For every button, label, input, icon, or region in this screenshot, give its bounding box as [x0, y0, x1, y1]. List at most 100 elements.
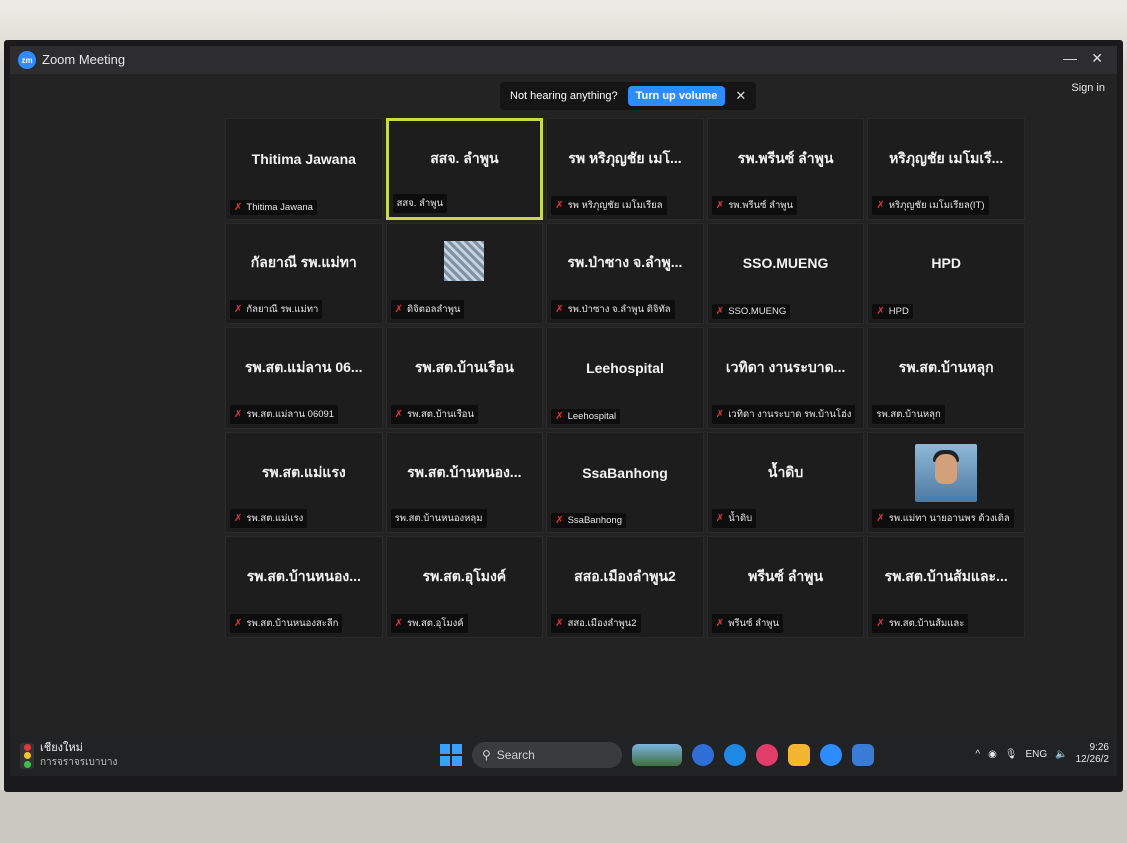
- participant-tile[interactable]: รพ.ป่าซาง จ.ลำพู... ✗ รพ.ป่าซาง จ.ลำพูน ดิ…: [546, 222, 704, 325]
- edge-icon[interactable]: [724, 744, 746, 766]
- pinned-app-icon[interactable]: [852, 744, 874, 766]
- mic-muted-icon: ✗: [234, 617, 243, 629]
- speaker-icon[interactable]: 🔈: [1055, 749, 1067, 760]
- participant-name-label: ✗ รพ.สต.แม่ลาน 06091: [230, 404, 339, 424]
- file-explorer-icon[interactable]: [788, 744, 810, 766]
- weather-widget[interactable]: เชียงใหม่ การจราจรเบาบาง: [20, 742, 117, 770]
- participant-display-name: SsaBanhong: [582, 464, 668, 481]
- mic-muted-icon: ✗: [876, 306, 885, 318]
- mic-muted-icon: ✗: [555, 617, 564, 629]
- participant-name-label: ✗ Leehospital: [551, 408, 621, 424]
- participant-display-name: พรีนซ์ ลำพูน: [748, 568, 824, 585]
- participant-name: เวทิดา งานระบาด รพ.บ้านโฮ่ง: [728, 408, 852, 420]
- title-bar: zm Zoom Meeting — ✕: [10, 46, 1117, 74]
- participant-name: ดิจิตอลลำพูน: [406, 304, 461, 316]
- participant-tile[interactable]: รพ.สต.แม่แรง ✗ รพ.สต.แม่แรง: [225, 431, 383, 534]
- participant-name-label: ✗ เวทิดา งานระบาด รพ.บ้านโฮ่ง: [711, 404, 856, 424]
- participant-display-name: สสจ. ลำพูน: [430, 150, 499, 167]
- participant-display-name: HPD: [931, 255, 961, 272]
- participant-tile[interactable]: รพ.สต.บ้านหลุก รพ.สต.บ้านหลุก: [867, 327, 1025, 429]
- windows-start-icon[interactable]: [440, 744, 462, 766]
- weather-location: เชียงใหม่: [40, 742, 83, 754]
- participant-name: รพ.สต.บ้านส้มและ: [888, 617, 965, 629]
- clock[interactable]: 9:26 12/26/2: [1076, 742, 1109, 766]
- participant-tile[interactable]: รพ.สต.อุโมงค์ ✗ รพ.สต.อุโมงค์: [385, 536, 544, 638]
- participant-tile[interactable]: รพ.สต.แม่ลาน 06... ✗ รพ.สต.แม่ลาน 06091: [225, 327, 383, 429]
- participant-display-name: รพ.สต.บ้านหลุก: [898, 359, 994, 376]
- widgets-icon[interactable]: [632, 744, 682, 766]
- participant-name-label: ✗ Thitima Jawana: [230, 199, 317, 215]
- participant-display-name: เวทิดา งานระบาด...: [725, 359, 846, 376]
- participant-name: Thitima Jawana: [246, 201, 313, 213]
- network-icon[interactable]: ◉: [988, 749, 997, 760]
- windows-taskbar: เชียงใหม่ การจราจรเบาบาง ⚲ Search ^ ◉ 🎙 …: [10, 736, 1117, 776]
- search-icon: ⚲: [482, 748, 491, 762]
- participant-tile[interactable]: รพ หริภุญชัย เมโ... ✗ รพ หริภุญชัย เมโมเรี…: [546, 118, 704, 220]
- participant-display-name: รพ หริภุญชัย เมโ...: [568, 149, 682, 166]
- participant-tile[interactable]: Thitima Jawana ✗ Thitima Jawana: [225, 118, 383, 220]
- mic-muted-icon: ✗: [234, 408, 243, 420]
- participant-tile[interactable]: ✗ ดิจิตอลลำพูน: [385, 222, 544, 325]
- sign-in-link[interactable]: Sign in: [1071, 82, 1105, 94]
- participant-tile[interactable]: เวทิดา งานระบาด... ✗ เวทิดา งานระบาด รพ.บ้…: [706, 327, 865, 429]
- participant-tile[interactable]: สสอ.เมืองลำพูน2 ✗ สสอ.เมืองลำพูน2: [546, 536, 704, 638]
- audio-notification-banner: Not hearing anything? Turn up volume ✕: [500, 82, 757, 110]
- participant-name: หริภุญชัย เมโมเรียล(IT): [888, 199, 985, 211]
- chevron-up-icon[interactable]: ^: [975, 749, 980, 760]
- participant-display-name: กัลยาณี รพ.แม่ทา: [250, 254, 357, 271]
- banner-close-icon[interactable]: ✕: [735, 88, 746, 104]
- participant-display-name: รพ.สต.บ้านส้มและ...: [884, 568, 1008, 585]
- participant-name-label: ✗ กัลยาณี รพ.แม่ทา: [230, 300, 323, 320]
- mic-muted-icon: ✗: [394, 617, 403, 629]
- participant-name-label: ✗ พรีนซ์ ลำพูน: [711, 613, 784, 633]
- mic-muted-icon: ✗: [555, 304, 564, 316]
- participant-video: [915, 443, 978, 502]
- participant-display-name: Leehospital: [586, 360, 664, 377]
- taskbar-search[interactable]: ⚲ Search: [472, 742, 622, 768]
- participant-name: รพ.สต.บ้านหนองสะลีก: [246, 617, 339, 629]
- mic-muted-icon: ✗: [234, 513, 243, 525]
- participant-tile[interactable]: กัลยาณี รพ.แม่ทา ✗ กัลยาณี รพ.แม่ทา: [225, 222, 383, 325]
- turn-up-volume-button[interactable]: Turn up volume: [627, 86, 726, 106]
- participant-tile[interactable]: รพ.สต.บ้านหนอง... รพ.สต.บ้านหนองหลุม: [385, 431, 544, 534]
- participant-display-name: รพ.สต.แม่แรง: [261, 463, 346, 480]
- participant-tile[interactable]: น้ำดิบ ✗ น้ำดิบ: [706, 431, 865, 534]
- mic-muted-icon: ✗: [234, 201, 243, 213]
- zoom-window: zm Zoom Meeting — ✕ Sign in Not hearing …: [10, 46, 1117, 776]
- participant-tile[interactable]: พรีนซ์ ลำพูน ✗ พรีนซ์ ลำพูน: [706, 536, 865, 638]
- mic-muted-icon: ✗: [555, 515, 564, 527]
- meet-app-icon[interactable]: [692, 744, 714, 766]
- participant-name-label: ✗ สสอ.เมืองลำพูน2: [551, 613, 641, 633]
- participant-tile[interactable]: HPD ✗ HPD: [867, 222, 1025, 325]
- mic-muted-icon: ✗: [394, 304, 403, 316]
- participant-tile[interactable]: Leehospital ✗ Leehospital: [546, 327, 704, 429]
- participant-name-label: ✗ รพ.สต.บ้านเรือน: [390, 404, 479, 424]
- participant-tile[interactable]: SSO.MUENG ✗ SSO.MUENG: [706, 222, 865, 325]
- participant-tile[interactable]: รพ.สต.บ้านส้มและ... ✗ รพ.สต.บ้านส้มและ: [867, 536, 1025, 638]
- participant-tile[interactable]: สสจ. ลำพูน สสจ. ลำพูน: [385, 118, 544, 220]
- participant-tile[interactable]: SsaBanhong ✗ SsaBanhong: [546, 431, 704, 534]
- participant-name: พรีนซ์ ลำพูน: [728, 617, 780, 629]
- microphone-icon[interactable]: 🎙: [1005, 749, 1018, 760]
- participant-tile[interactable]: รพ.สต.บ้านหนอง... ✗ รพ.สต.บ้านหนองสะลีก: [225, 536, 383, 638]
- traffic-light-icon: [20, 743, 34, 769]
- participant-display-name: Thitima Jawana: [251, 150, 356, 167]
- participant-tile[interactable]: ✗ รพ.แม่ทา นายอานพร ด้วงเดิล: [867, 431, 1025, 534]
- minimize-button[interactable]: —: [1063, 50, 1077, 66]
- participant-name: SSO.MUENG: [728, 306, 787, 318]
- participant-name: กัลยาณี รพ.แม่ทา: [246, 304, 319, 316]
- mic-muted-icon: ✗: [234, 304, 243, 316]
- participant-tile[interactable]: หริภุญชัย เมโมเรี... ✗ หริภุญชัย เมโมเรียล…: [867, 118, 1025, 220]
- participant-display-name: รพ.สต.อุโมงค์: [422, 568, 507, 585]
- zoom-taskbar-icon[interactable]: [820, 744, 842, 766]
- participant-name-label: รพ.สต.บ้านหลุก: [872, 404, 945, 424]
- participant-tile[interactable]: รพ.พรีนซ์ ลำพูน ✗ รพ.พรีนซ์ ลำพูน: [706, 118, 865, 220]
- close-button[interactable]: ✕: [1091, 50, 1103, 67]
- app-icon[interactable]: [756, 744, 778, 766]
- clock-date: 12/26/2: [1075, 754, 1109, 765]
- participant-tile[interactable]: รพ.สต.บ้านเรือน ✗ รพ.สต.บ้านเรือน: [385, 327, 544, 429]
- language-indicator[interactable]: ENG: [1026, 749, 1048, 760]
- participant-name: รพ.สต.อุโมงค์: [406, 617, 464, 629]
- participant-display-name: SSO.MUENG: [742, 255, 829, 272]
- mic-muted-icon: ✗: [394, 408, 403, 420]
